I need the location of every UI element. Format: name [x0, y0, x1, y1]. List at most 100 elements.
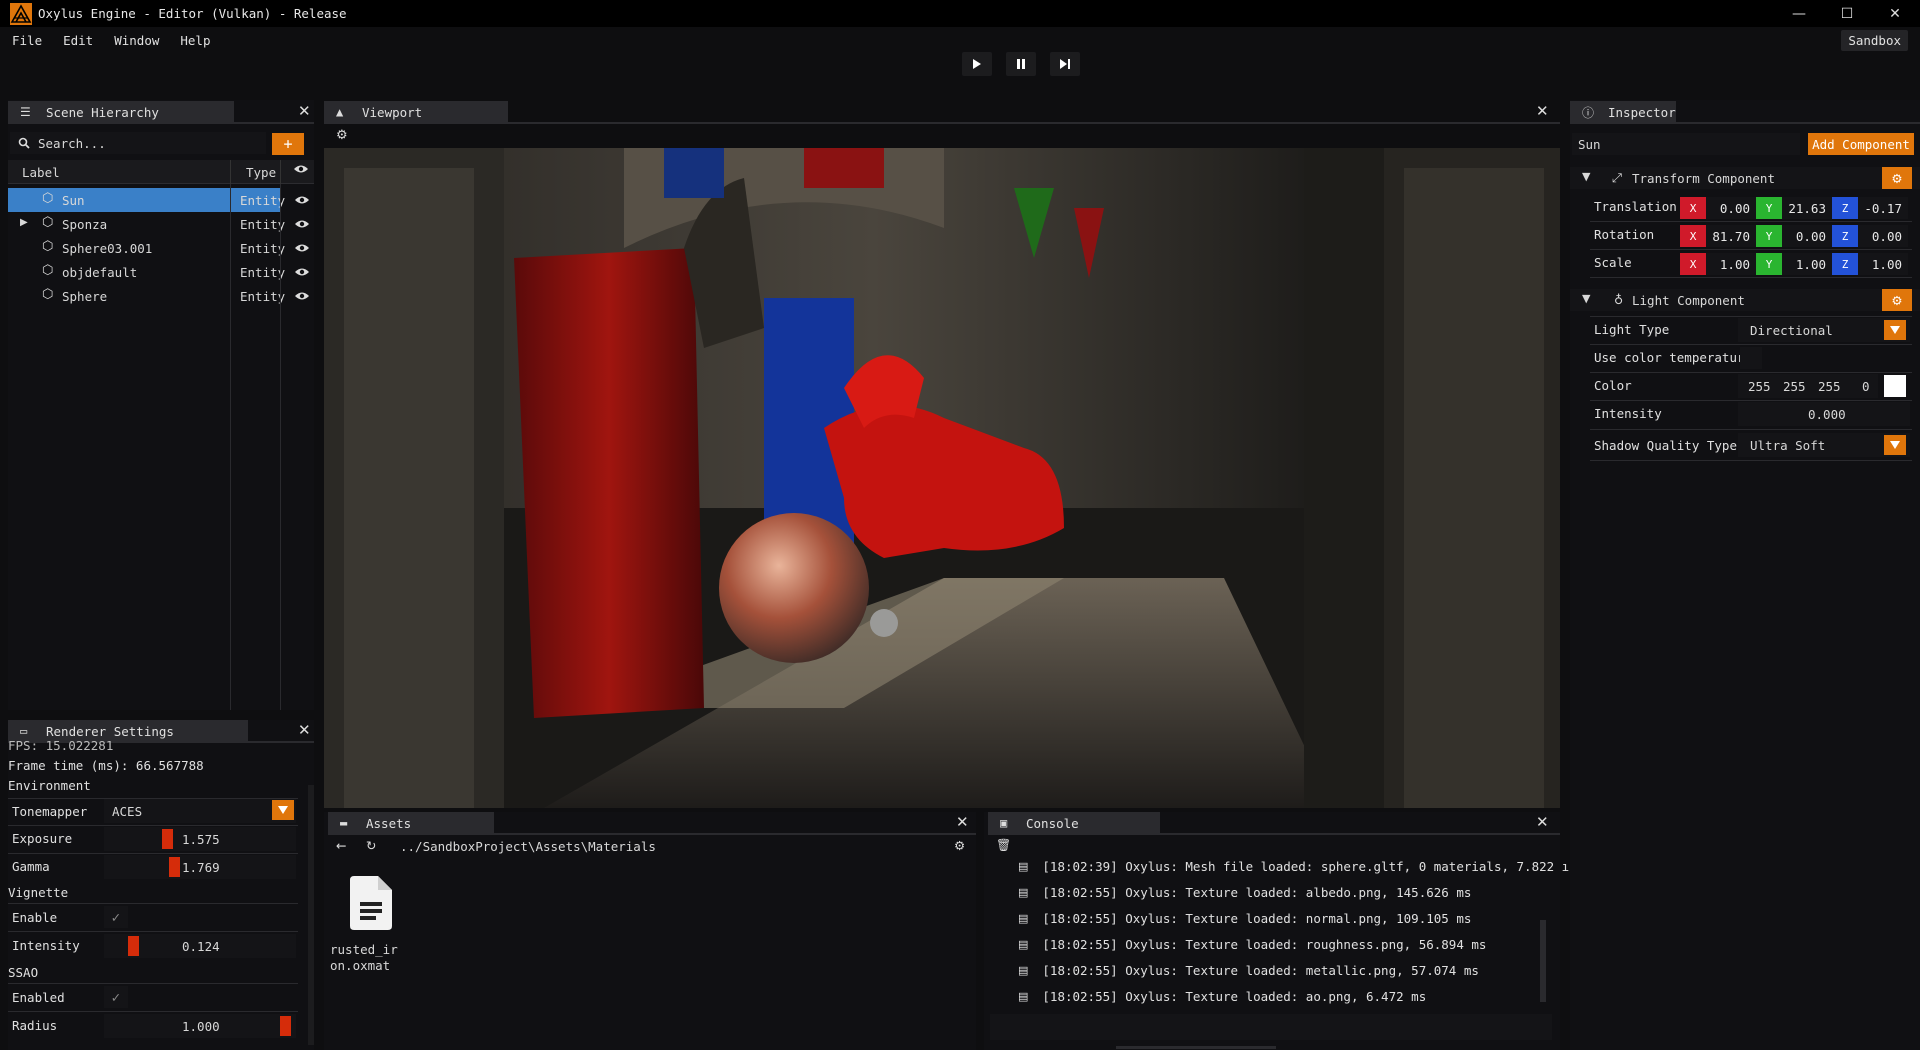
axis-z-label: Z — [1832, 225, 1858, 247]
chevron-down-icon[interactable] — [272, 800, 294, 820]
tab-scene-hierarchy[interactable]: ☰ Scene Hierarchy — [8, 101, 234, 123]
pause-button[interactable] — [1006, 52, 1036, 76]
add-component-button[interactable]: Add Component — [1808, 133, 1914, 155]
transform-z-value[interactable]: 1.00 — [1858, 253, 1908, 275]
info-icon: ⓘ — [1582, 105, 1595, 120]
scene-render-image[interactable] — [324, 148, 1560, 808]
tonemapper-dropdown[interactable]: ACES — [104, 799, 296, 823]
hierarchy-row[interactable]: ⬡ objdefault — [8, 260, 230, 284]
menu-file[interactable]: File — [0, 33, 51, 48]
transform-y-value[interactable]: 0.00 — [1782, 225, 1832, 247]
ssao-enabled-checkbox[interactable]: ✓ — [104, 986, 128, 1008]
visibility-eye-icon[interactable] — [294, 266, 310, 281]
console-message: [18:02:55] Oxylus: Texture loaded: ao.pn… — [1042, 988, 1427, 1004]
oxylus-logo-icon — [10, 2, 32, 25]
maximize-button[interactable]: ☐ — [1824, 0, 1870, 27]
console-line[interactable]: ▤ [18:02:39] Oxylus: Mesh file loaded: sp… — [1018, 854, 1569, 878]
gamma-slider[interactable]: 1.769 — [104, 855, 296, 879]
hierarchy-row-type: Entity — [231, 236, 285, 260]
assets-settings-gear-icon[interactable]: ⚙ — [954, 838, 965, 853]
hierarchy-row[interactable]: ▶ ⬡ Sponza — [8, 212, 230, 236]
refresh-icon[interactable]: ↻ — [366, 838, 376, 853]
color-swatch[interactable] — [1884, 375, 1906, 397]
light-component-header[interactable]: ▼ ♁ Light Component ⚙ — [1570, 289, 1920, 311]
hierarchy-search-input[interactable]: Search... — [10, 132, 266, 154]
hierarchy-row[interactable]: ⬡ Sphere — [8, 284, 230, 308]
color-fields[interactable]: 255 255 255 0 — [1738, 374, 1878, 398]
close-window-button[interactable]: ✕ — [1872, 0, 1918, 27]
color-g-value[interactable]: 255 — [1783, 379, 1806, 394]
lightbulb-icon: ♁ — [1614, 292, 1624, 307]
expand-arrow-icon[interactable]: ▶ — [20, 217, 28, 228]
tab-console[interactable]: ▣ Console — [988, 812, 1160, 834]
hierarchy-row[interactable]: ⬡ Sun — [8, 188, 230, 212]
console-scrollbar[interactable] — [1540, 920, 1546, 1002]
close-icon[interactable]: ✕ — [1536, 813, 1549, 831]
visibility-eye-icon[interactable] — [294, 194, 310, 209]
console-input[interactable] — [990, 1014, 1552, 1040]
hierarchy-row[interactable]: ⬡ Sphere03.001 — [8, 236, 230, 260]
collapse-arrow-icon: ▼ — [1582, 292, 1591, 305]
tab-label: Viewport — [362, 104, 423, 120]
visibility-eye-icon[interactable] — [294, 290, 310, 305]
transform-y-value[interactable]: 1.00 — [1782, 253, 1832, 275]
console-line[interactable]: ▤ [18:02:55] Oxylus: Texture loaded: meta… — [1018, 958, 1538, 982]
ssao-radius-slider[interactable]: 1.000 — [104, 1014, 296, 1038]
tab-label: Assets — [366, 815, 412, 831]
tab-inspector[interactable]: ⓘ Inspector — [1570, 101, 1676, 123]
renderer-scrollbar[interactable] — [308, 785, 314, 1045]
color-temperature-checkbox[interactable] — [1740, 347, 1762, 369]
close-icon[interactable]: ✕ — [956, 813, 969, 831]
viewport-settings-gear-icon[interactable]: ⚙ — [336, 128, 348, 143]
vignette-enable-label: Enable — [12, 910, 58, 925]
transform-x-value[interactable]: 1.00 — [1706, 253, 1756, 275]
title-bar: Oxylus Engine - Editor (Vulkan) - Releas… — [0, 0, 1920, 27]
close-icon[interactable]: ✕ — [1536, 102, 1549, 120]
check-icon: ✓ — [110, 909, 122, 925]
color-b-value[interactable]: 255 — [1818, 379, 1841, 394]
check-icon: ✓ — [110, 989, 122, 1005]
exposure-slider[interactable]: 1.575 — [104, 827, 296, 851]
color-r-value[interactable]: 255 — [1748, 379, 1771, 394]
light-settings-gear-icon[interactable]: ⚙ — [1882, 289, 1912, 311]
visibility-eye-icon[interactable] — [294, 242, 310, 257]
chevron-down-icon[interactable] — [1884, 435, 1906, 455]
vignette-intensity-slider[interactable]: 0.124 — [104, 934, 296, 958]
back-arrow-icon[interactable]: ← — [336, 838, 346, 853]
add-entity-button[interactable]: + — [272, 133, 304, 155]
transform-title: Transform Component — [1632, 171, 1775, 186]
transform-settings-gear-icon[interactable]: ⚙ — [1882, 167, 1912, 189]
vignette-enable-checkbox[interactable]: ✓ — [104, 906, 128, 928]
light-intensity-field[interactable]: 0.000 — [1738, 402, 1910, 426]
entity-name-input[interactable]: Sun — [1572, 133, 1800, 155]
minimize-button[interactable]: — — [1776, 0, 1822, 27]
exposure-value: 1.575 — [182, 832, 220, 847]
tab-viewport[interactable]: ▲ Viewport — [324, 101, 508, 123]
axis-z-label: Z — [1832, 253, 1858, 275]
step-button[interactable] — [1050, 52, 1080, 76]
menu-help[interactable]: Help — [168, 33, 219, 48]
sandbox-project-button[interactable]: Sandbox — [1841, 30, 1908, 51]
transform-component-header[interactable]: ▼ ⤢ Transform Component ⚙ — [1570, 167, 1920, 189]
menu-edit[interactable]: Edit — [51, 33, 102, 48]
transform-x-value[interactable]: 0.00 — [1706, 197, 1756, 219]
console-line[interactable]: ▤ [18:02:55] Oxylus: Texture loaded: norm… — [1018, 906, 1538, 930]
console-line[interactable]: ▤ [18:02:55] Oxylus: Texture loaded: roug… — [1018, 932, 1538, 956]
close-icon[interactable]: ✕ — [298, 102, 311, 120]
console-line[interactable]: ▤ [18:02:55] Oxylus: Texture loaded: ao.p… — [1018, 984, 1538, 1008]
menu-window[interactable]: Window — [102, 33, 168, 48]
transform-z-value[interactable]: -0.17 — [1858, 197, 1908, 219]
close-icon[interactable]: ✕ — [298, 721, 311, 739]
play-button[interactable] — [962, 52, 992, 76]
asset-file[interactable]: rusted_ir on.oxmat — [330, 870, 412, 980]
transform-y-value[interactable]: 21.63 — [1782, 197, 1832, 219]
color-a-value[interactable]: 0 — [1862, 379, 1870, 394]
horizontal-scrollbar[interactable] — [1116, 1046, 1276, 1049]
trash-icon[interactable]: 🗑 — [996, 838, 1011, 852]
console-line[interactable]: ▤ [18:02:55] Oxylus: Texture loaded: albe… — [1018, 880, 1538, 904]
tab-assets[interactable]: ▬ Assets — [328, 812, 494, 834]
visibility-eye-icon[interactable] — [294, 218, 310, 233]
transform-z-value[interactable]: 0.00 — [1858, 225, 1908, 247]
chevron-down-icon[interactable] — [1884, 320, 1906, 340]
transform-x-value[interactable]: 81.70 — [1706, 225, 1756, 247]
